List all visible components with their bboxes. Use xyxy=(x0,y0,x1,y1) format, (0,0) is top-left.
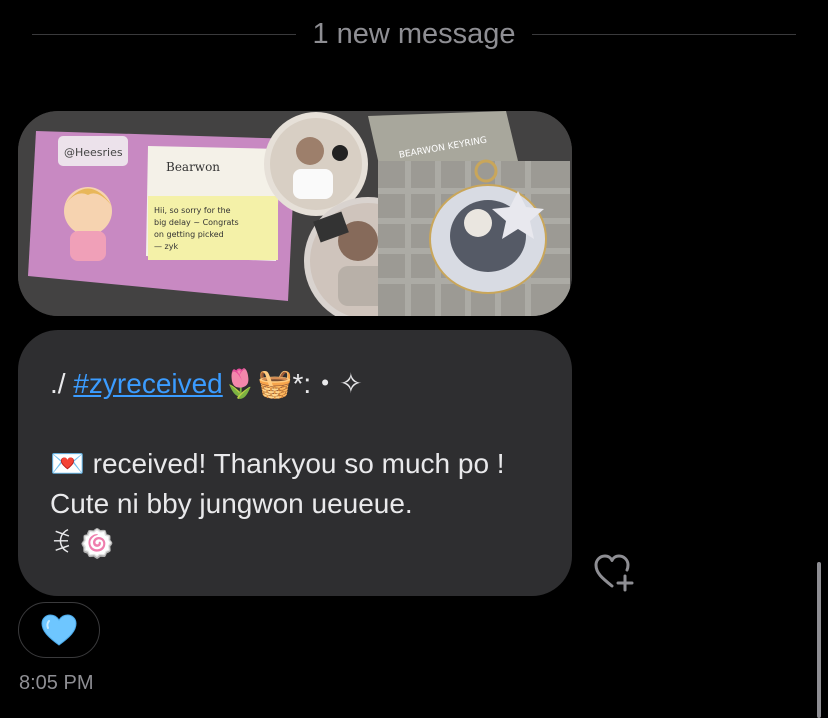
card-handle: @Heesries xyxy=(64,146,123,159)
scrollbar[interactable] xyxy=(817,562,821,718)
heart-plus-icon[interactable] xyxy=(592,552,636,592)
message-body: 💌 received! Thankyou so much po ! Cute n… xyxy=(50,444,542,524)
svg-text:— zyk: — zyk xyxy=(154,242,178,251)
svg-text:on getting picked: on getting picked xyxy=(154,230,224,239)
envelope-emoji: 💌 xyxy=(50,448,85,479)
message-prefix: ./ xyxy=(50,368,74,399)
divider-line-left xyxy=(32,33,297,35)
message-line-hashtag: ./ #zyreceived🌷🧺*:・✧ xyxy=(50,364,542,404)
new-message-divider: 1 new message xyxy=(32,14,796,54)
message-suffix: ꉂ 🍥 xyxy=(50,528,115,559)
reaction-pill[interactable] xyxy=(18,602,100,658)
message-timestamp: 8:05 PM xyxy=(19,672,94,694)
divider-line-right xyxy=(531,33,796,35)
svg-text:big delay ~ Congrats: big delay ~ Congrats xyxy=(154,218,239,227)
svg-text:Hii, so sorry for the: Hii, so sorry for the xyxy=(154,206,231,215)
message-photo[interactable]: @Heesries Bearwon Hii, so sorry for the … xyxy=(18,111,572,316)
new-message-label: 1 new message xyxy=(312,17,516,50)
card-title: Bearwon xyxy=(166,160,220,174)
message-bubble[interactable]: ./ #zyreceived🌷🧺*:・✧ 💌 received! Thankyo… xyxy=(18,330,572,596)
hashtag-decoration: 🌷🧺*:・✧ xyxy=(222,368,363,399)
message-body-text: received! Thankyou so much po ! Cute ni … xyxy=(50,448,505,519)
hashtag-link[interactable]: #zyreceived xyxy=(73,368,222,399)
light-blue-heart-icon xyxy=(41,614,77,646)
